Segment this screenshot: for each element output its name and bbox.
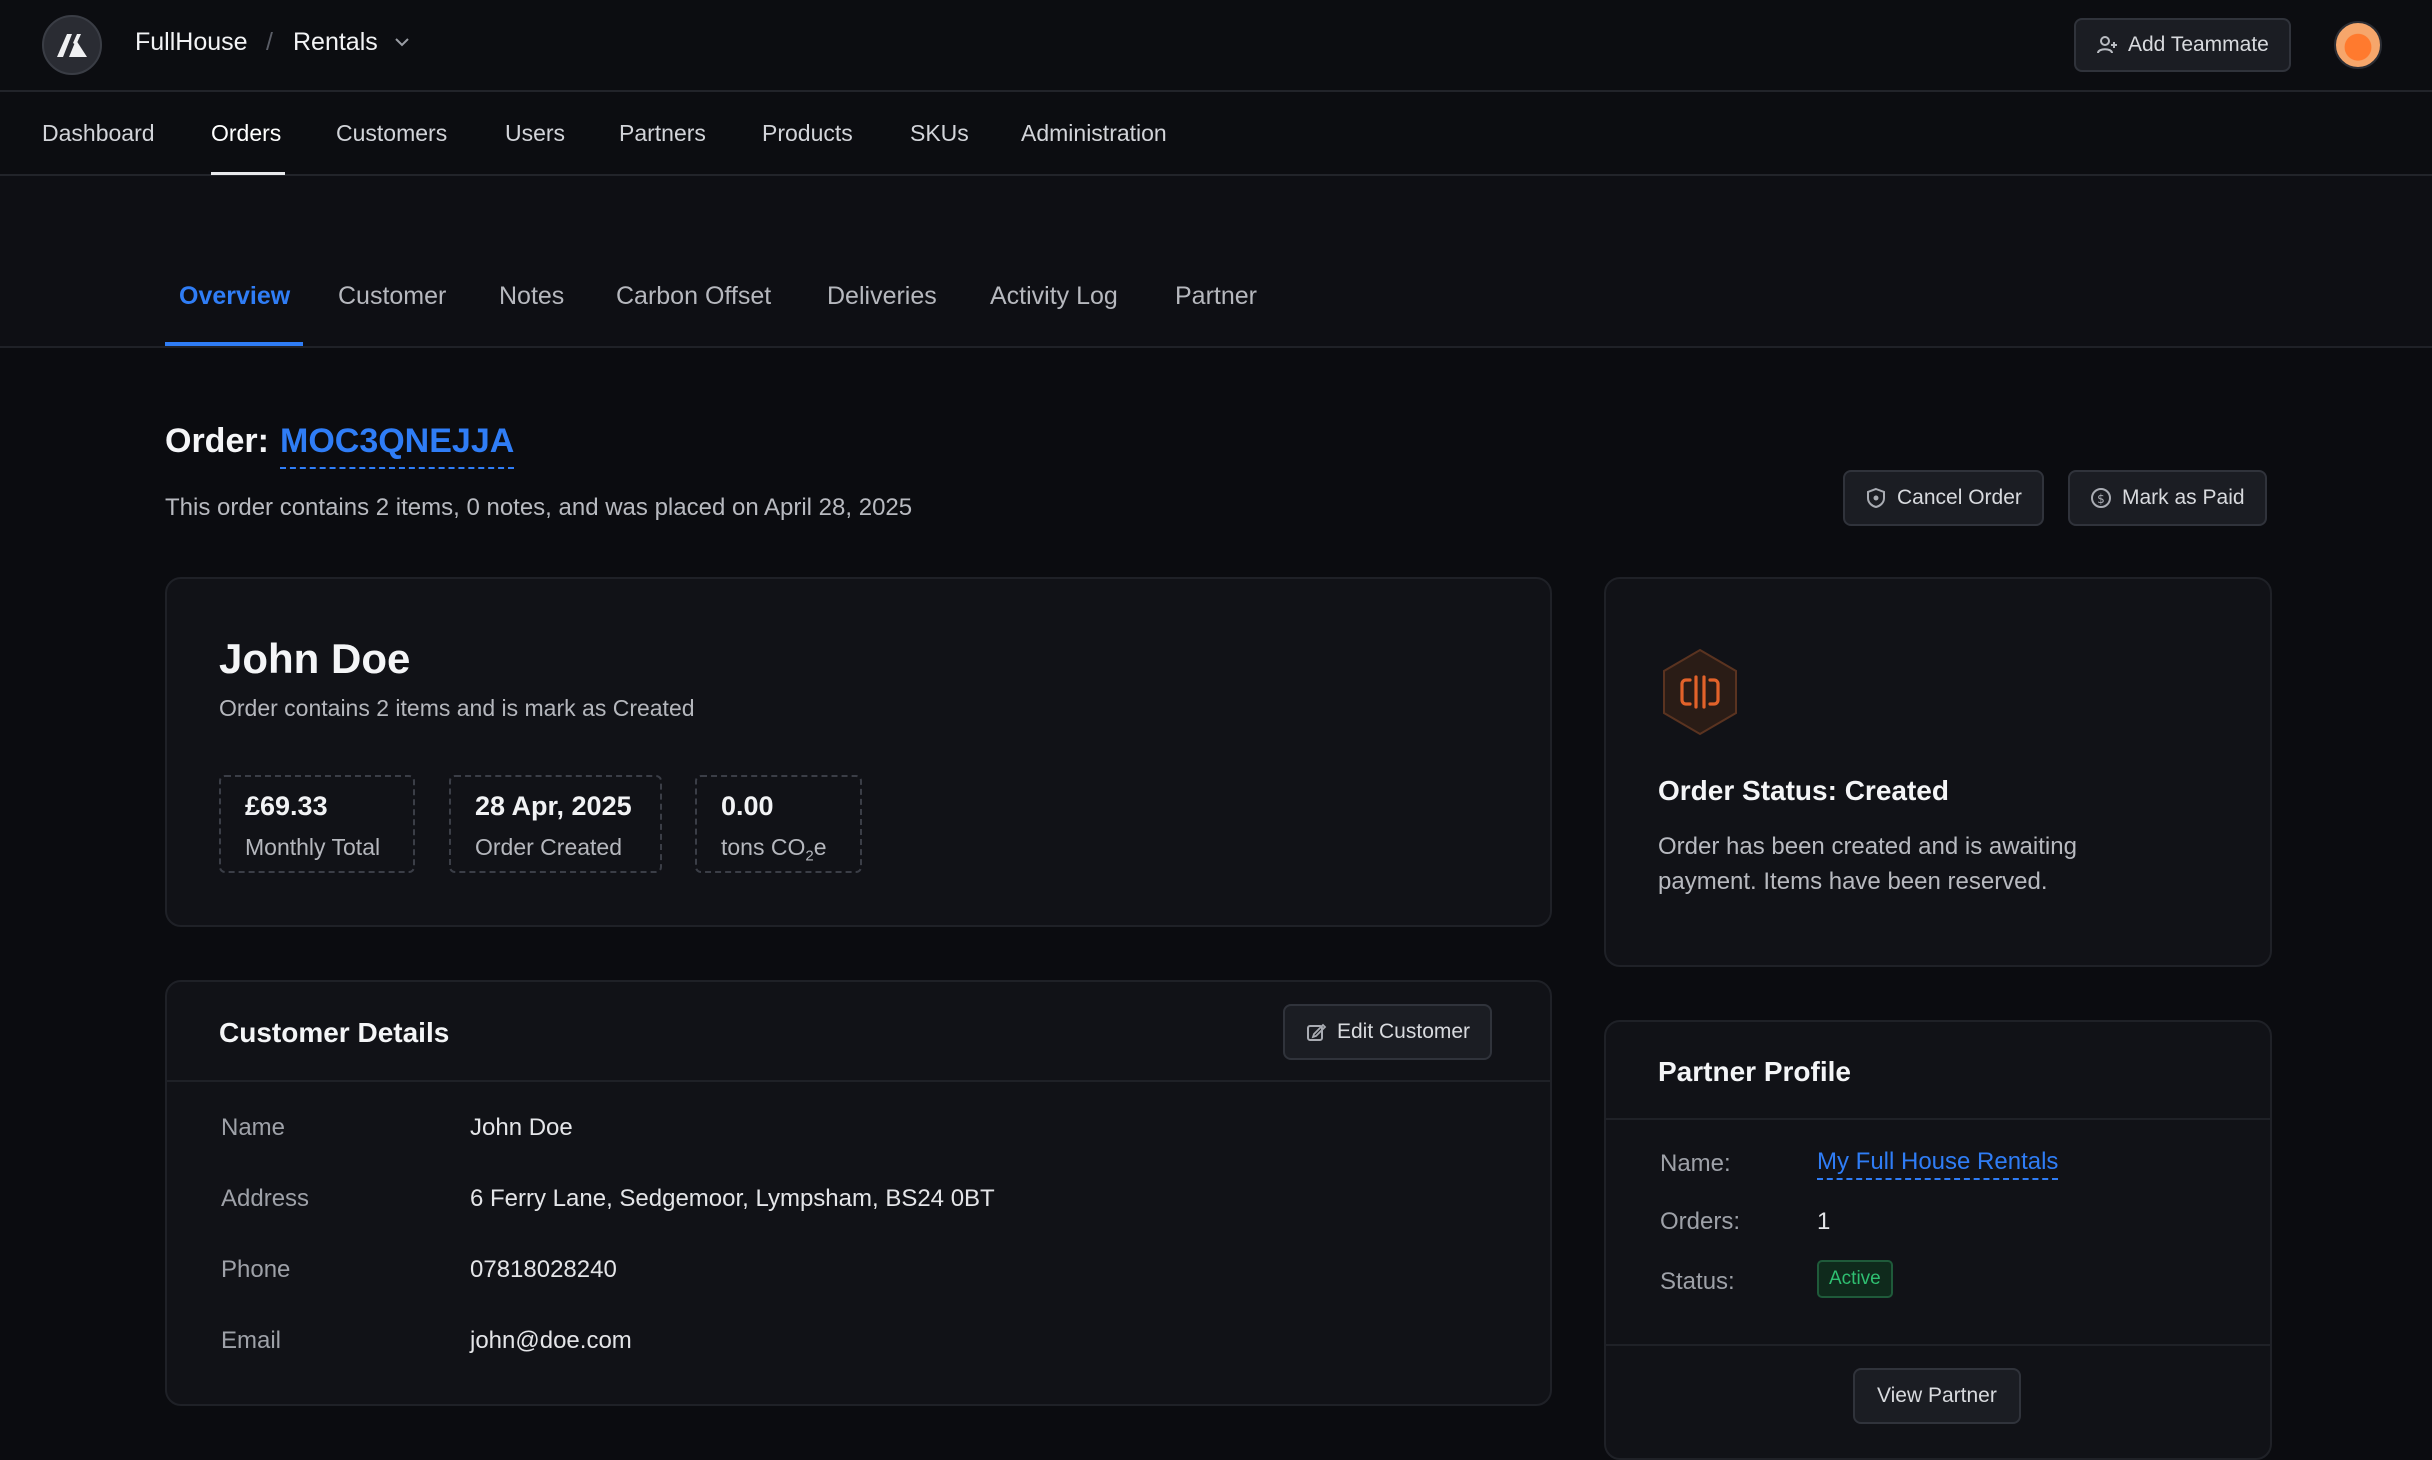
partner-name-label: Name: (1660, 1150, 1731, 1177)
detail-value-name: John Doe (470, 1114, 573, 1141)
mark-as-paid-button[interactable]: $ Mark as Paid (2068, 470, 2267, 526)
detail-value-address: 6 Ferry Lane, Sedgemoor, Lympsham, BS24 … (470, 1185, 995, 1212)
svg-text:$: $ (2097, 492, 2105, 506)
app-logo[interactable] (42, 15, 102, 75)
breadcrumb-separator: / (266, 28, 273, 56)
tab-activity-log[interactable]: Activity Log (990, 282, 1118, 311)
mark-as-paid-label: Mark as Paid (2122, 486, 2245, 509)
logo-icon (57, 34, 87, 57)
cancel-order-label: Cancel Order (1897, 486, 2022, 509)
view-partner-label: View Partner (1877, 1384, 1997, 1407)
stat-monthly-total: £69.33 Monthly Total (219, 775, 415, 873)
tab-notes[interactable]: Notes (499, 282, 564, 311)
customer-name-heading: John Doe (219, 635, 411, 682)
stat-value: £69.33 (245, 791, 328, 821)
stat-value: 28 Apr, 2025 (475, 791, 632, 821)
tab-deliveries[interactable]: Deliveries (827, 282, 937, 311)
tab-customer[interactable]: Customer (338, 282, 446, 311)
tab-partner[interactable]: Partner (1175, 282, 1257, 311)
nav-item-orders[interactable]: Orders (211, 120, 281, 147)
stat-label: tons CO2e (721, 834, 827, 865)
main-nav: Dashboard Orders Customers Users Partner… (0, 92, 2432, 176)
detail-value-email: john@doe.com (470, 1327, 632, 1354)
nav-item-customers[interactable]: Customers (336, 120, 447, 147)
partner-name-link[interactable]: My Full House Rentals (1817, 1148, 2059, 1180)
divider (1606, 1118, 2270, 1120)
order-status-card: Order Status: Created Order has been cre… (1604, 577, 2272, 967)
order-title-prefix: Order: (165, 422, 269, 460)
cancel-order-button[interactable]: Cancel Order (1843, 470, 2044, 526)
nav-item-skus[interactable]: SKUs (910, 120, 969, 147)
view-partner-button[interactable]: View Partner (1853, 1368, 2021, 1424)
user-avatar[interactable] (2334, 21, 2382, 69)
tab-overview[interactable]: Overview (179, 282, 290, 311)
status-title: Order Status: Created (1658, 775, 1949, 806)
nav-item-products[interactable]: Products (762, 120, 853, 147)
user-add-icon (2097, 36, 2117, 54)
tab-carbon-offset[interactable]: Carbon Offset (616, 282, 771, 311)
status-badge: Active (1817, 1260, 1893, 1298)
customer-details-card: Customer Details Edit Customer Name John… (165, 980, 1552, 1406)
divider (167, 1080, 1550, 1082)
add-teammate-button[interactable]: Add Teammate (2074, 18, 2291, 72)
order-summary-card: John Doe Order contains 2 items and is m… (165, 577, 1552, 927)
stat-label: Order Created (475, 834, 623, 860)
edit-customer-label: Edit Customer (1337, 1020, 1471, 1043)
partner-profile-card: Partner Profile Name: My Full House Rent… (1604, 1020, 2272, 1460)
add-teammate-label: Add Teammate (2128, 33, 2269, 56)
tab-active-indicator (165, 342, 303, 346)
summary-subtitle: Order contains 2 items and is mark as Cr… (219, 695, 695, 721)
partner-orders-value: 1 (1817, 1208, 1831, 1235)
chevron-down-icon[interactable] (392, 32, 412, 52)
stat-order-created: 28 Apr, 2025 Order Created (449, 775, 662, 873)
nav-item-dashboard[interactable]: Dashboard (42, 120, 155, 147)
order-summary: This order contains 2 items, 0 notes, an… (165, 494, 913, 521)
order-id-link[interactable]: MOC3QNEJJA (280, 422, 515, 469)
stat-value: 0.00 (721, 791, 774, 821)
nav-active-indicator (211, 172, 285, 175)
detail-value-phone: 07818028240 (470, 1256, 617, 1283)
nav-item-users[interactable]: Users (505, 120, 565, 147)
order-tabs: Overview Customer Notes Carbon Offset De… (0, 176, 2432, 348)
partner-status-label: Status: (1660, 1268, 1735, 1295)
divider (1606, 1344, 2270, 1346)
detail-label-email: Email (221, 1327, 282, 1354)
detail-label-phone: Phone (221, 1256, 291, 1283)
customer-details-title: Customer Details (219, 1017, 450, 1048)
shield-icon (1867, 487, 1885, 509)
edit-icon (1307, 1023, 1327, 1041)
top-bar: FullHouse / Rentals Add Teammate (0, 0, 2432, 92)
edit-customer-button[interactable]: Edit Customer (1283, 1004, 1493, 1060)
breadcrumb-project[interactable]: Rentals (293, 28, 378, 57)
status-created-icon (1663, 648, 1737, 736)
nav-item-partners[interactable]: Partners (619, 120, 706, 147)
detail-label-address: Address (221, 1185, 310, 1212)
status-description: Order has been created and is awaiting p… (1658, 833, 2077, 895)
partner-orders-label: Orders: (1660, 1208, 1741, 1235)
stat-label: Monthly Total (245, 834, 381, 860)
nav-item-administration[interactable]: Administration (1021, 120, 1167, 147)
detail-label-name: Name (221, 1114, 286, 1141)
dollar-circle-icon: $ (2091, 488, 2111, 508)
stat-carbon: 0.00 tons CO2e (695, 775, 862, 873)
partner-profile-title: Partner Profile (1658, 1056, 1851, 1087)
breadcrumb-org[interactable]: FullHouse (135, 28, 248, 57)
